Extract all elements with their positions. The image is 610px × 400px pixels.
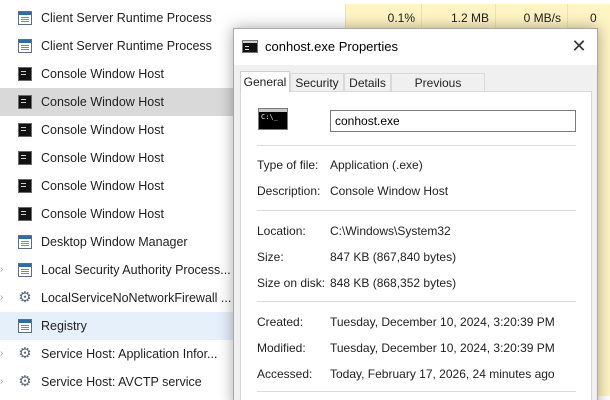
accessed-label: Accessed: (257, 367, 313, 381)
divider (257, 301, 576, 302)
general-panel: C:\_ Type of file: Application (.exe) De… (240, 91, 592, 400)
process-name: Client Server Runtime Process (41, 39, 212, 53)
console-icon (18, 207, 32, 221)
console-icon (18, 95, 32, 109)
process-name: Console Window Host (41, 123, 164, 137)
tab-details[interactable]: Details (344, 73, 391, 92)
close-button[interactable]: ✕ (561, 29, 597, 65)
gear-icon: ⚙ (18, 373, 32, 390)
window-icon (18, 39, 32, 53)
dialog-titlebar[interactable]: conhost.exe Properties ✕ (234, 29, 597, 65)
tab-security[interactable]: Security (290, 73, 344, 92)
size-on-disk-value: 848 KB (868,352 bytes) (330, 276, 457, 290)
expand-chevron-icon[interactable]: › (0, 375, 10, 389)
divider (257, 145, 576, 146)
tab-general[interactable]: General (240, 71, 290, 92)
process-name: Service Host: AVCTP service (41, 375, 202, 389)
divider (257, 210, 576, 211)
process-name: Console Window Host (41, 67, 164, 81)
divider (257, 391, 576, 392)
location-label: Location: (257, 224, 306, 238)
created-label: Created: (257, 315, 304, 329)
description-label: Description: (257, 184, 321, 198)
process-name: Registry (41, 319, 87, 333)
console-icon (18, 123, 32, 137)
window-icon (18, 235, 32, 249)
console-icon (18, 151, 32, 165)
filename-field[interactable] (330, 110, 576, 132)
process-name: Desktop Window Manager (41, 235, 188, 249)
gear-icon: ⚙ (18, 289, 32, 306)
accessed-value: Today, February 17, 2026, 24 minutes ago (330, 367, 555, 381)
dialog-title: conhost.exe Properties (265, 39, 398, 54)
process-name: Console Window Host (41, 207, 164, 221)
location-value: C:\Windows\System32 (330, 224, 451, 238)
window-icon (18, 263, 32, 277)
modified-value: Tuesday, December 10, 2024, 3:20:39 PM (330, 341, 555, 355)
gear-icon: ⚙ (18, 345, 32, 362)
expand-chevron-icon[interactable]: › (0, 263, 10, 277)
expand-chevron-icon[interactable]: › (0, 347, 10, 361)
description-value: Console Window Host (330, 184, 449, 198)
console-icon-text: C:\_ (261, 113, 278, 121)
window-icon (18, 319, 32, 333)
modified-label: Modified: (257, 341, 306, 355)
tab-previous-versions[interactable]: Previous Versions (391, 73, 485, 108)
size-on-disk-label: Size on disk: (257, 276, 326, 290)
expand-chevron-icon[interactable]: › (0, 291, 10, 305)
process-name: Console Window Host (41, 151, 164, 165)
window-icon (18, 11, 32, 25)
process-name: Console Window Host (41, 179, 164, 193)
type-label: Type of file: (257, 158, 319, 172)
process-name: LocalServiceNoNetworkFirewall ... (41, 291, 232, 305)
created-value: Tuesday, December 10, 2024, 3:20:39 PM (330, 315, 555, 329)
console-icon (18, 179, 32, 193)
console-file-icon: C:\_ (258, 108, 288, 130)
size-label: Size: (257, 250, 284, 264)
process-name: Client Server Runtime Process (41, 11, 212, 25)
process-name: Service Host: Application Infor... (41, 347, 218, 361)
process-name: Console Window Host (41, 95, 164, 109)
type-value: Application (.exe) (330, 158, 423, 172)
size-value: 847 KB (867,840 bytes) (330, 250, 457, 264)
properties-dialog: conhost.exe Properties ✕ General Securit… (233, 28, 598, 400)
console-app-icon (242, 40, 258, 53)
process-name: Local Security Authority Process... (41, 263, 231, 277)
console-icon (18, 67, 32, 81)
